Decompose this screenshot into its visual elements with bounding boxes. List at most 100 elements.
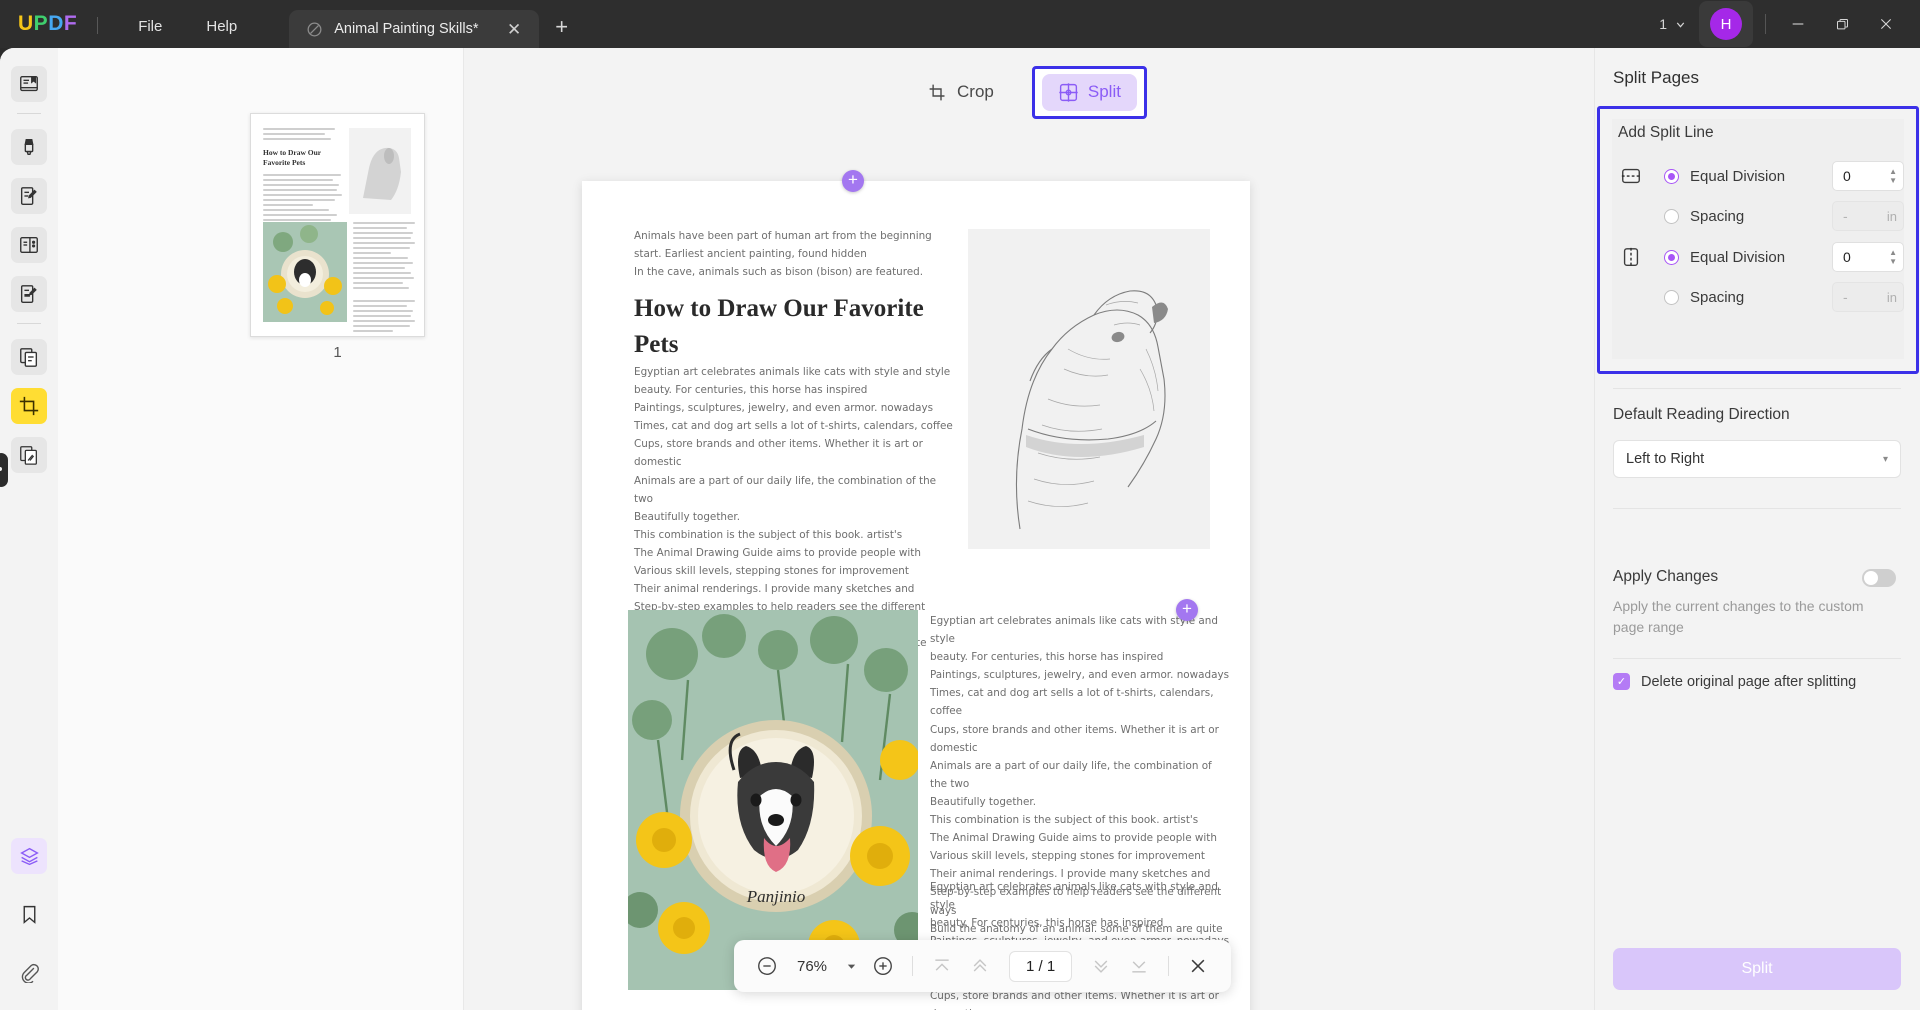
sidebar-item-page-organize[interactable] bbox=[11, 227, 47, 263]
license-selector[interactable]: 1 bbox=[1647, 16, 1699, 32]
thumbnail-panel: How to Draw Our Favorite Pets 1 bbox=[58, 48, 464, 1010]
document-page[interactable]: Animals have been part of human art from… bbox=[582, 170, 1250, 1010]
split-mode-highlight: Split bbox=[1031, 65, 1147, 119]
tool-rail bbox=[0, 48, 58, 1010]
label-horizontal-spacing: Spacing bbox=[1690, 207, 1745, 225]
split-pages-panel: Split Pages Add Split Line Equal Divisio… bbox=[1594, 48, 1920, 1010]
radio-vertical-equal-division[interactable] bbox=[1664, 249, 1679, 265]
logo-letter-d: D bbox=[48, 12, 64, 35]
crop-page-icon bbox=[927, 82, 948, 103]
panel-title: Split Pages bbox=[1613, 68, 1699, 87]
thumb-title: How to Draw Our Favorite Pets bbox=[263, 148, 321, 168]
close-toolbar-button[interactable] bbox=[1181, 949, 1215, 983]
logo-letter-p: P bbox=[33, 12, 49, 35]
mode-toolbar: Crop Split bbox=[464, 48, 1594, 136]
add-split-line-section: Add Split Line Equal Division 0 ▲ ▼ Spac… bbox=[1612, 119, 1904, 359]
panel-divider-2 bbox=[1613, 508, 1901, 509]
rail-divider-2 bbox=[17, 323, 41, 324]
sidebar-item-crop[interactable] bbox=[11, 388, 47, 424]
reading-direction-label: Default Reading Direction bbox=[1613, 406, 1790, 423]
delete-original-checkbox[interactable]: ✓ bbox=[1613, 673, 1630, 690]
add-split-line-highlight: Add Split Line Equal Division 0 ▲ ▼ Spac… bbox=[1597, 106, 1919, 374]
input-horizontal-equal-division[interactable]: 0 ▲ ▼ bbox=[1832, 161, 1904, 191]
first-page-button[interactable] bbox=[925, 949, 959, 983]
last-page-button[interactable] bbox=[1122, 949, 1156, 983]
tab-close-icon[interactable]: ✕ bbox=[503, 19, 525, 40]
avatar-button[interactable]: H bbox=[1699, 1, 1753, 47]
close-window-button[interactable] bbox=[1864, 0, 1908, 48]
thumb-body-lines-right bbox=[353, 222, 415, 335]
panel-divider-1 bbox=[1613, 388, 1901, 389]
radio-horizontal-equal-division[interactable] bbox=[1664, 168, 1679, 184]
sidebar-item-ocr[interactable] bbox=[11, 437, 47, 473]
pdf-file-icon bbox=[305, 20, 324, 39]
sidebar-item-reader[interactable] bbox=[11, 66, 47, 102]
sidebar-item-form[interactable] bbox=[11, 276, 47, 312]
stepper-horizontal-equal[interactable]: ▲ ▼ bbox=[1889, 168, 1897, 185]
stepper-vertical-equal[interactable]: ▲ ▼ bbox=[1889, 249, 1897, 266]
apply-changes-toggle[interactable] bbox=[1862, 569, 1896, 587]
input-vertical-spacing[interactable]: - in bbox=[1832, 282, 1904, 312]
sidebar-item-annotate[interactable] bbox=[11, 129, 47, 165]
sidebar-item-layers[interactable] bbox=[11, 838, 47, 874]
maximize-button[interactable] bbox=[1820, 0, 1864, 48]
sidebar-item-bookmarks[interactable] bbox=[11, 896, 47, 932]
add-split-handle-right[interactable]: + bbox=[1176, 599, 1198, 621]
apply-changes-description: Apply the current changes to the custom … bbox=[1613, 598, 1864, 635]
thumb-intro-lines bbox=[263, 128, 335, 143]
avatar: H bbox=[1710, 8, 1742, 40]
value-horizontal-equal-division: 0 bbox=[1843, 168, 1851, 184]
sidebar-item-attachments[interactable] bbox=[11, 954, 47, 990]
panel-collapse-handle[interactable] bbox=[0, 453, 8, 487]
zoom-in-button[interactable] bbox=[866, 949, 900, 983]
center-area: Crop Split Animals have been part of hum… bbox=[464, 48, 1594, 1010]
page-thumbnail[interactable]: How to Draw Our Favorite Pets bbox=[250, 113, 425, 337]
reading-direction-select[interactable]: Left to Right ▾ bbox=[1613, 440, 1901, 478]
split-horizontal-icon bbox=[1618, 165, 1644, 187]
unit-vertical-spacing: in bbox=[1886, 289, 1897, 305]
toolbar-divider-1 bbox=[912, 956, 913, 976]
input-vertical-equal-division[interactable]: 0 ▲ ▼ bbox=[1832, 242, 1904, 272]
embroidery-hoop-image: Panjinio bbox=[628, 610, 918, 990]
split-action-button[interactable]: Split bbox=[1613, 948, 1901, 990]
chevron-down-icon: ▾ bbox=[1882, 453, 1888, 465]
doc-intro-paragraph: Animals have been part of human art from… bbox=[634, 230, 932, 279]
next-page-button[interactable] bbox=[1084, 949, 1118, 983]
split-row-vertical-spacing: Spacing - in bbox=[1618, 280, 1904, 314]
radio-vertical-spacing[interactable] bbox=[1664, 289, 1679, 305]
panel-divider-3 bbox=[1613, 658, 1901, 659]
label-horizontal-equal-division: Equal Division bbox=[1690, 167, 1786, 185]
delete-original-row[interactable]: ✓ Delete original page after splitting bbox=[1613, 673, 1856, 690]
zoom-out-button[interactable] bbox=[750, 949, 784, 983]
input-horizontal-spacing[interactable]: - in bbox=[1832, 201, 1904, 231]
document-viewport[interactable]: Animals have been part of human art from… bbox=[464, 136, 1594, 1010]
label-vertical-spacing: Spacing bbox=[1690, 288, 1745, 306]
sidebar-item-convert[interactable] bbox=[11, 339, 47, 375]
svg-text:Panjinio: Panjinio bbox=[746, 887, 806, 906]
menu-help[interactable]: Help bbox=[184, 18, 259, 35]
app-body: How to Draw Our Favorite Pets 1 Crop Spl… bbox=[0, 48, 1920, 1010]
titlebar-right-controls: 1 H bbox=[1647, 0, 1920, 48]
value-horizontal-spacing: - bbox=[1843, 208, 1848, 224]
doc-heading: How to Draw Our Favorite Pets bbox=[634, 295, 924, 358]
previous-page-button[interactable] bbox=[963, 949, 997, 983]
updf-logo: UPDF bbox=[18, 12, 77, 36]
thumb-hoop-image bbox=[263, 222, 347, 322]
minimize-button[interactable] bbox=[1776, 0, 1820, 48]
menu-file[interactable]: File bbox=[116, 18, 184, 35]
new-tab-button[interactable]: + bbox=[555, 14, 568, 40]
page-number-input[interactable]: 1 / 1 bbox=[1009, 950, 1073, 982]
chevron-down-icon bbox=[1674, 18, 1687, 31]
zoom-dropdown-caret-icon[interactable] bbox=[840, 949, 862, 983]
logo-letter-f: F bbox=[63, 12, 78, 35]
crop-mode-button[interactable]: Crop bbox=[911, 74, 1010, 111]
view-toolbar: 76% 1 / 1 bbox=[734, 940, 1232, 992]
sidebar-item-edit-pdf[interactable] bbox=[11, 178, 47, 214]
radio-horizontal-spacing[interactable] bbox=[1664, 208, 1679, 224]
split-mode-label: Split bbox=[1087, 82, 1121, 101]
add-split-handle-top[interactable]: + bbox=[842, 170, 864, 192]
reading-direction-value: Left to Right bbox=[1626, 451, 1705, 467]
zoom-level-value[interactable]: 76% bbox=[788, 958, 836, 975]
document-tab[interactable]: Animal Painting Skills* ✕ bbox=[289, 10, 540, 48]
split-mode-button[interactable]: Split bbox=[1041, 73, 1137, 111]
